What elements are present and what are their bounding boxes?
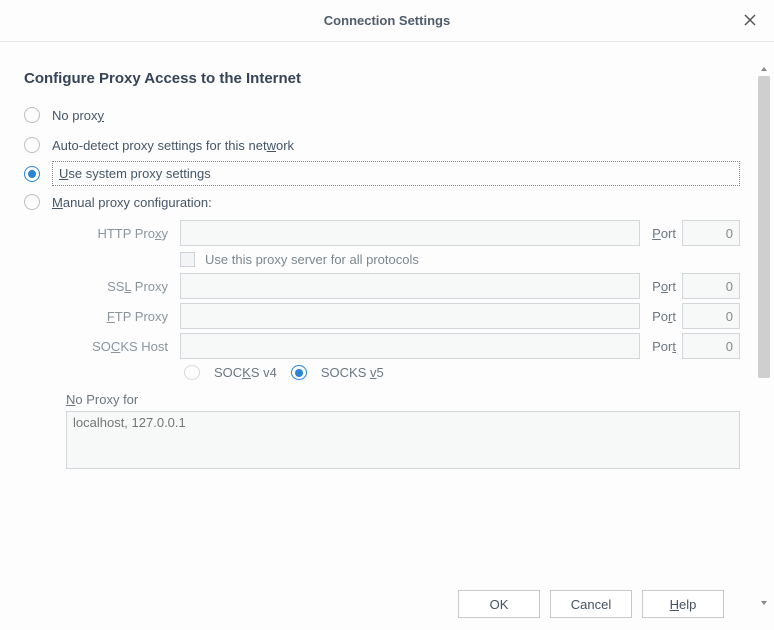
- socks-host-input[interactable]: [180, 333, 640, 359]
- radio-socks-v4-label[interactable]: SOCKS v4: [214, 365, 277, 380]
- radio-manual-proxy[interactable]: [24, 194, 40, 210]
- ok-button[interactable]: OK: [458, 590, 540, 618]
- http-port-input[interactable]: [682, 220, 740, 246]
- ssl-port-label: Port: [652, 279, 676, 294]
- radio-socks-v5-label[interactable]: SOCKS v5: [321, 365, 384, 380]
- http-port-label: Port: [652, 226, 676, 241]
- close-icon[interactable]: [740, 10, 760, 30]
- ftp-port-input[interactable]: [682, 303, 740, 329]
- radio-system-proxy-label[interactable]: Use system proxy settings: [59, 166, 211, 181]
- scrollbar-track[interactable]: [756, 76, 772, 596]
- scroll-area: Configure Proxy Access to the Internet N…: [0, 58, 764, 578]
- ftp-proxy-input[interactable]: [180, 303, 640, 329]
- ssl-port-input[interactable]: [682, 273, 740, 299]
- ssl-proxy-input[interactable]: [180, 273, 640, 299]
- dialog-titlebar: Connection Settings: [0, 0, 774, 42]
- ssl-proxy-label: SSL Proxy: [66, 279, 174, 294]
- radio-socks-v5[interactable]: [291, 365, 307, 380]
- help-button[interactable]: Help: [642, 590, 724, 618]
- scrollbar-down-arrow-icon[interactable]: [756, 596, 772, 610]
- use-for-all-label[interactable]: Use this proxy server for all protocols: [205, 252, 419, 267]
- radio-manual-proxy-label[interactable]: Manual proxy configuration:: [52, 195, 212, 210]
- radio-no-proxy-label[interactable]: No proxy: [52, 108, 104, 123]
- radio-no-proxy[interactable]: [24, 107, 40, 123]
- radio-system-proxy-focus: Use system proxy settings: [52, 161, 740, 186]
- use-for-all-checkbox[interactable]: [180, 252, 195, 267]
- socks-host-label: SOCKS Host: [66, 339, 174, 354]
- no-proxy-for-label: No Proxy for: [66, 392, 740, 407]
- no-proxy-for-input[interactable]: [66, 411, 740, 469]
- scrollbar-up-arrow-icon[interactable]: [756, 62, 772, 76]
- ftp-port-label: Port: [652, 309, 676, 324]
- dialog-button-row: OK Cancel Help: [0, 578, 764, 618]
- socks-port-input[interactable]: [682, 333, 740, 359]
- vertical-scrollbar[interactable]: [756, 62, 772, 610]
- dialog-title: Connection Settings: [324, 13, 450, 28]
- ftp-proxy-label: FTP Proxy: [66, 309, 174, 324]
- radio-system-proxy[interactable]: [24, 166, 40, 182]
- manual-proxy-form: HTTP Proxy Port Use this proxy server fo…: [66, 220, 740, 380]
- http-proxy-label: HTTP Proxy: [66, 226, 174, 241]
- section-heading: Configure Proxy Access to the Internet: [24, 70, 740, 87]
- radio-auto-detect[interactable]: [24, 137, 40, 153]
- socks-port-label: Port: [652, 339, 676, 354]
- radio-auto-detect-label[interactable]: Auto-detect proxy settings for this netw…: [52, 138, 294, 153]
- cancel-button[interactable]: Cancel: [550, 590, 632, 618]
- http-proxy-input[interactable]: [180, 220, 640, 246]
- radio-socks-v4[interactable]: [184, 365, 200, 380]
- scrollbar-thumb[interactable]: [758, 76, 770, 378]
